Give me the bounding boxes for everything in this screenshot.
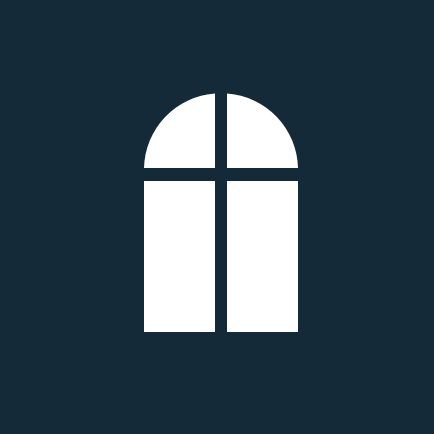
app-icon xyxy=(0,0,434,434)
window-pane-bottom-left xyxy=(144,181,215,332)
icon-background xyxy=(0,0,434,434)
arched-window-icon xyxy=(0,0,434,434)
window-pane-bottom-right xyxy=(227,181,298,332)
